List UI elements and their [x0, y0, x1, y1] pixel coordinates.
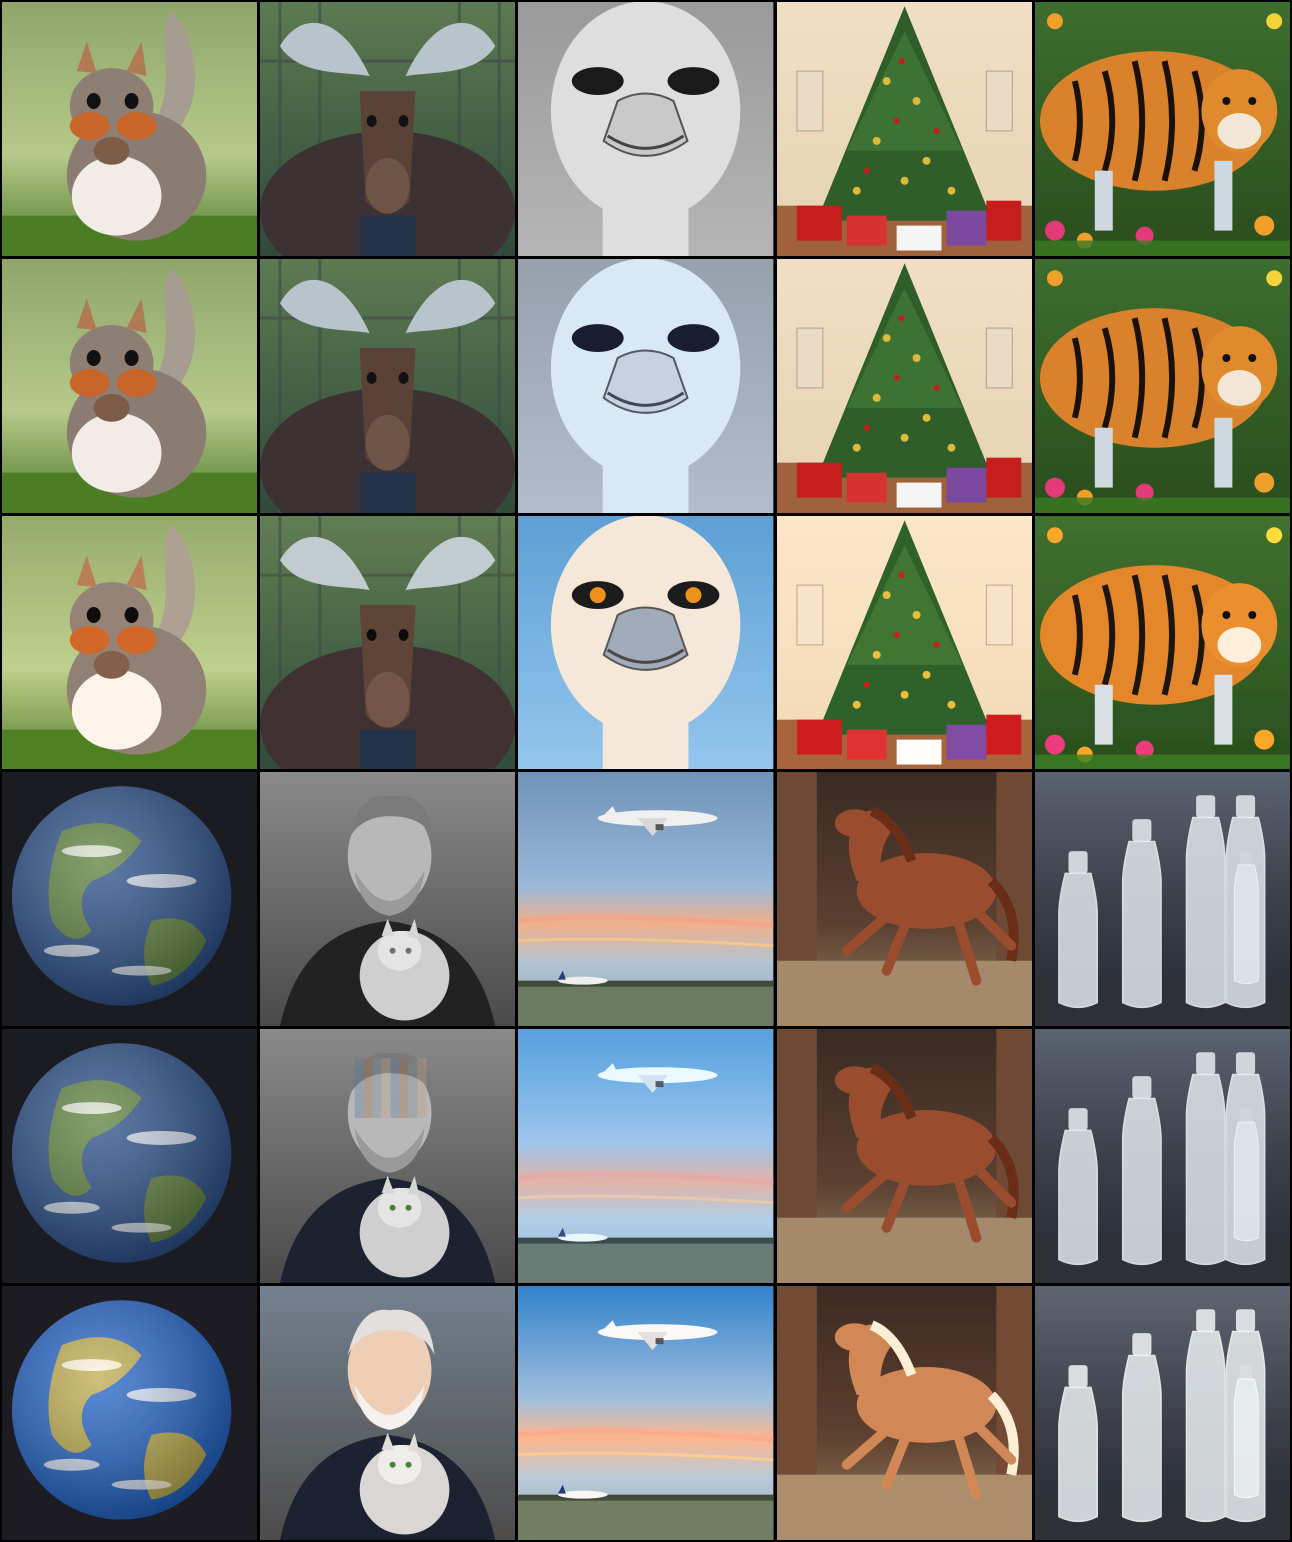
tile-tiger-r3-c5 [1034, 515, 1290, 770]
earth-image [2, 1029, 258, 1284]
tile-man-with-cat-r5-c2 [260, 1029, 516, 1284]
ostrich-image [518, 515, 774, 770]
bottles-image [1034, 1029, 1290, 1284]
squirrel-image [2, 515, 258, 770]
tile-horse-r5-c4 [776, 1029, 1032, 1284]
tile-squirrel-r1-c1 [2, 2, 258, 256]
tile-ostrich-r2-c3 [518, 258, 774, 513]
tiger-image [1034, 515, 1290, 770]
tile-squirrel-r3-c1 [2, 515, 258, 770]
tile-horse-r6-c4 [776, 1286, 1032, 1540]
tile-moose-r3-c2 [260, 515, 516, 770]
man-with-cat-image [260, 772, 516, 1027]
tile-earth-r4-c1 [2, 772, 258, 1027]
tile-ostrich-r3-c3 [518, 515, 774, 770]
tile-moose-r1-c2 [260, 2, 516, 256]
horse-image [776, 1286, 1032, 1540]
christmas-tree-image [776, 258, 1032, 513]
man-with-cat-image [260, 1286, 516, 1540]
airplane-image [518, 772, 774, 1027]
tile-airplane-r6-c3 [518, 1286, 774, 1540]
ostrich-image [518, 258, 774, 513]
tile-christmas-tree-r3-c4 [776, 515, 1032, 770]
tile-airplane-r5-c3 [518, 1029, 774, 1284]
tile-bottles-r4-c5 [1034, 772, 1290, 1027]
tile-moose-r2-c2 [260, 258, 516, 513]
ostrich-image [518, 2, 774, 256]
tile-tiger-r1-c5 [1034, 2, 1290, 256]
squirrel-image [2, 258, 258, 513]
man-with-cat-image [260, 1029, 516, 1284]
image-grid [0, 0, 1292, 1542]
tile-man-with-cat-r4-c2 [260, 772, 516, 1027]
tile-ostrich-r1-c3 [518, 2, 774, 256]
horse-image [776, 1029, 1032, 1284]
tile-airplane-r4-c3 [518, 772, 774, 1027]
squirrel-image [2, 2, 258, 256]
bottles-image [1034, 1286, 1290, 1540]
tile-horse-r4-c4 [776, 772, 1032, 1027]
tile-bottles-r5-c5 [1034, 1029, 1290, 1284]
airplane-image [518, 1029, 774, 1284]
earth-image [2, 772, 258, 1027]
tiger-image [1034, 258, 1290, 513]
tile-earth-r6-c1 [2, 1286, 258, 1540]
tile-christmas-tree-r1-c4 [776, 2, 1032, 256]
tile-earth-r5-c1 [2, 1029, 258, 1284]
moose-image [260, 258, 516, 513]
tile-man-with-cat-r6-c2 [260, 1286, 516, 1540]
tile-christmas-tree-r2-c4 [776, 258, 1032, 513]
moose-image [260, 515, 516, 770]
tile-bottles-r6-c5 [1034, 1286, 1290, 1540]
tile-squirrel-r2-c1 [2, 258, 258, 513]
moose-image [260, 2, 516, 256]
christmas-tree-image [776, 2, 1032, 256]
tile-tiger-r2-c5 [1034, 258, 1290, 513]
christmas-tree-image [776, 515, 1032, 770]
bottles-image [1034, 772, 1290, 1027]
earth-image [2, 1286, 258, 1540]
horse-image [776, 772, 1032, 1027]
tiger-image [1034, 2, 1290, 256]
airplane-image [518, 1286, 774, 1540]
